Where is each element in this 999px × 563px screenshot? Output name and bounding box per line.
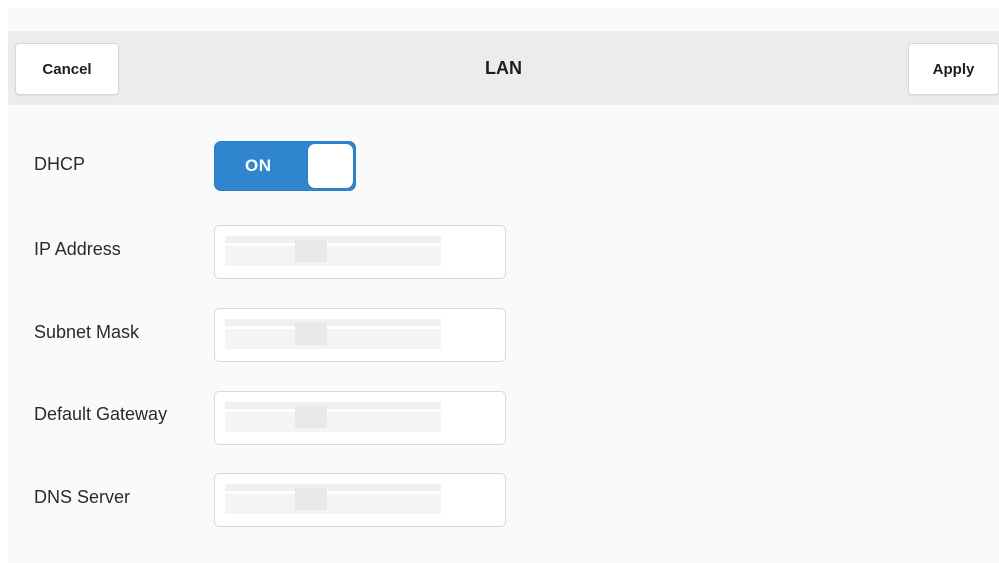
dhcp-toggle[interactable]: ON xyxy=(214,141,356,191)
ip-address-value xyxy=(225,232,441,270)
navigation-bar: LAN Cancel Apply xyxy=(8,31,999,105)
lan-settings-panel: LAN Cancel Apply DHCP ON IP Address Subn… xyxy=(8,0,999,563)
apply-button[interactable]: Apply xyxy=(908,43,999,95)
subnet-mask-label: Subnet Mask xyxy=(34,322,140,342)
subnet-mask-value xyxy=(225,315,441,353)
dhcp-label: DHCP xyxy=(34,154,86,174)
subnet-mask-field[interactable] xyxy=(214,308,506,362)
dns-server-value xyxy=(225,480,441,518)
page-title: LAN xyxy=(485,57,522,78)
dns-server-label: DNS Server xyxy=(34,487,131,507)
dhcp-toggle-state: ON xyxy=(245,156,272,175)
default-gateway-field[interactable] xyxy=(214,391,506,445)
toggle-knob xyxy=(308,144,353,188)
cancel-button[interactable]: Cancel xyxy=(15,43,119,95)
top-strip xyxy=(8,0,999,8)
dns-server-field[interactable] xyxy=(214,473,506,527)
ip-address-field[interactable] xyxy=(214,225,506,279)
default-gateway-value xyxy=(225,398,441,436)
ip-address-label: IP Address xyxy=(34,239,121,259)
default-gateway-label: Default Gateway xyxy=(34,404,168,424)
screen: LAN Cancel Apply DHCP ON IP Address Subn… xyxy=(0,0,999,563)
